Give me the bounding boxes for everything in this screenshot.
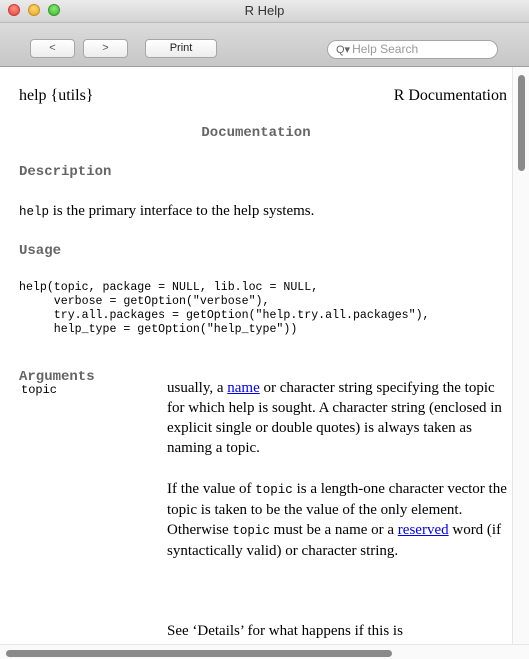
back-button[interactable]: < <box>30 39 75 58</box>
description-heading: Description <box>19 164 112 180</box>
text: If the value of <box>167 481 256 497</box>
reserved-link[interactable]: reserved <box>398 522 449 538</box>
help-content: help {utils} R Documentation Documentati… <box>0 67 512 644</box>
argument-topic-paragraph-3: See ‘Details’ for what happens if this i… <box>167 623 403 639</box>
search-placeholder: Help Search <box>352 42 419 56</box>
argument-topic-paragraph-2: If the value of topic is a length-one ch… <box>167 479 507 561</box>
toolbar: < > Print Q▾ Help Search <box>0 23 529 67</box>
usage-heading: Usage <box>19 243 62 259</box>
text: usually, a <box>167 380 228 396</box>
name-link[interactable]: name <box>227 380 259 396</box>
doc-header-left: help {utils} <box>19 87 94 104</box>
vertical-scroll-thumb[interactable] <box>518 75 525 171</box>
print-button[interactable]: Print <box>145 39 217 58</box>
description-rest: is the primary interface to the help sys… <box>49 203 315 219</box>
text: must be a name or a <box>269 522 398 538</box>
search-icon: Q▾ <box>336 44 351 56</box>
argument-name-topic: topic <box>21 383 58 397</box>
forward-button[interactable]: > <box>83 39 128 58</box>
doc-header-right: R Documentation <box>393 87 507 104</box>
title-bar[interactable]: R Help <box>0 0 529 23</box>
r-help-window: R Help < > Print Q▾ Help Search help {uti… <box>0 0 529 659</box>
horizontal-scrollbar[interactable] <box>0 644 529 659</box>
inline-code: topic <box>232 524 270 538</box>
description-code: help <box>19 205 50 219</box>
window-title: R Help <box>244 3 285 18</box>
vertical-scrollbar[interactable] <box>512 67 529 644</box>
horizontal-scroll-thumb[interactable] <box>6 650 392 657</box>
argument-topic-paragraph-1: usually, a name or character string spec… <box>167 378 507 458</box>
inline-code: topic <box>255 483 293 497</box>
doc-header: help {utils} R Documentation <box>19 87 507 105</box>
description-text: help is the primary interface to the hel… <box>19 203 314 220</box>
page-title: Documentation <box>201 125 311 141</box>
usage-code: help(topic, package = NULL, lib.loc = NU… <box>19 281 430 336</box>
help-search-input[interactable]: Q▾ Help Search <box>327 40 498 59</box>
